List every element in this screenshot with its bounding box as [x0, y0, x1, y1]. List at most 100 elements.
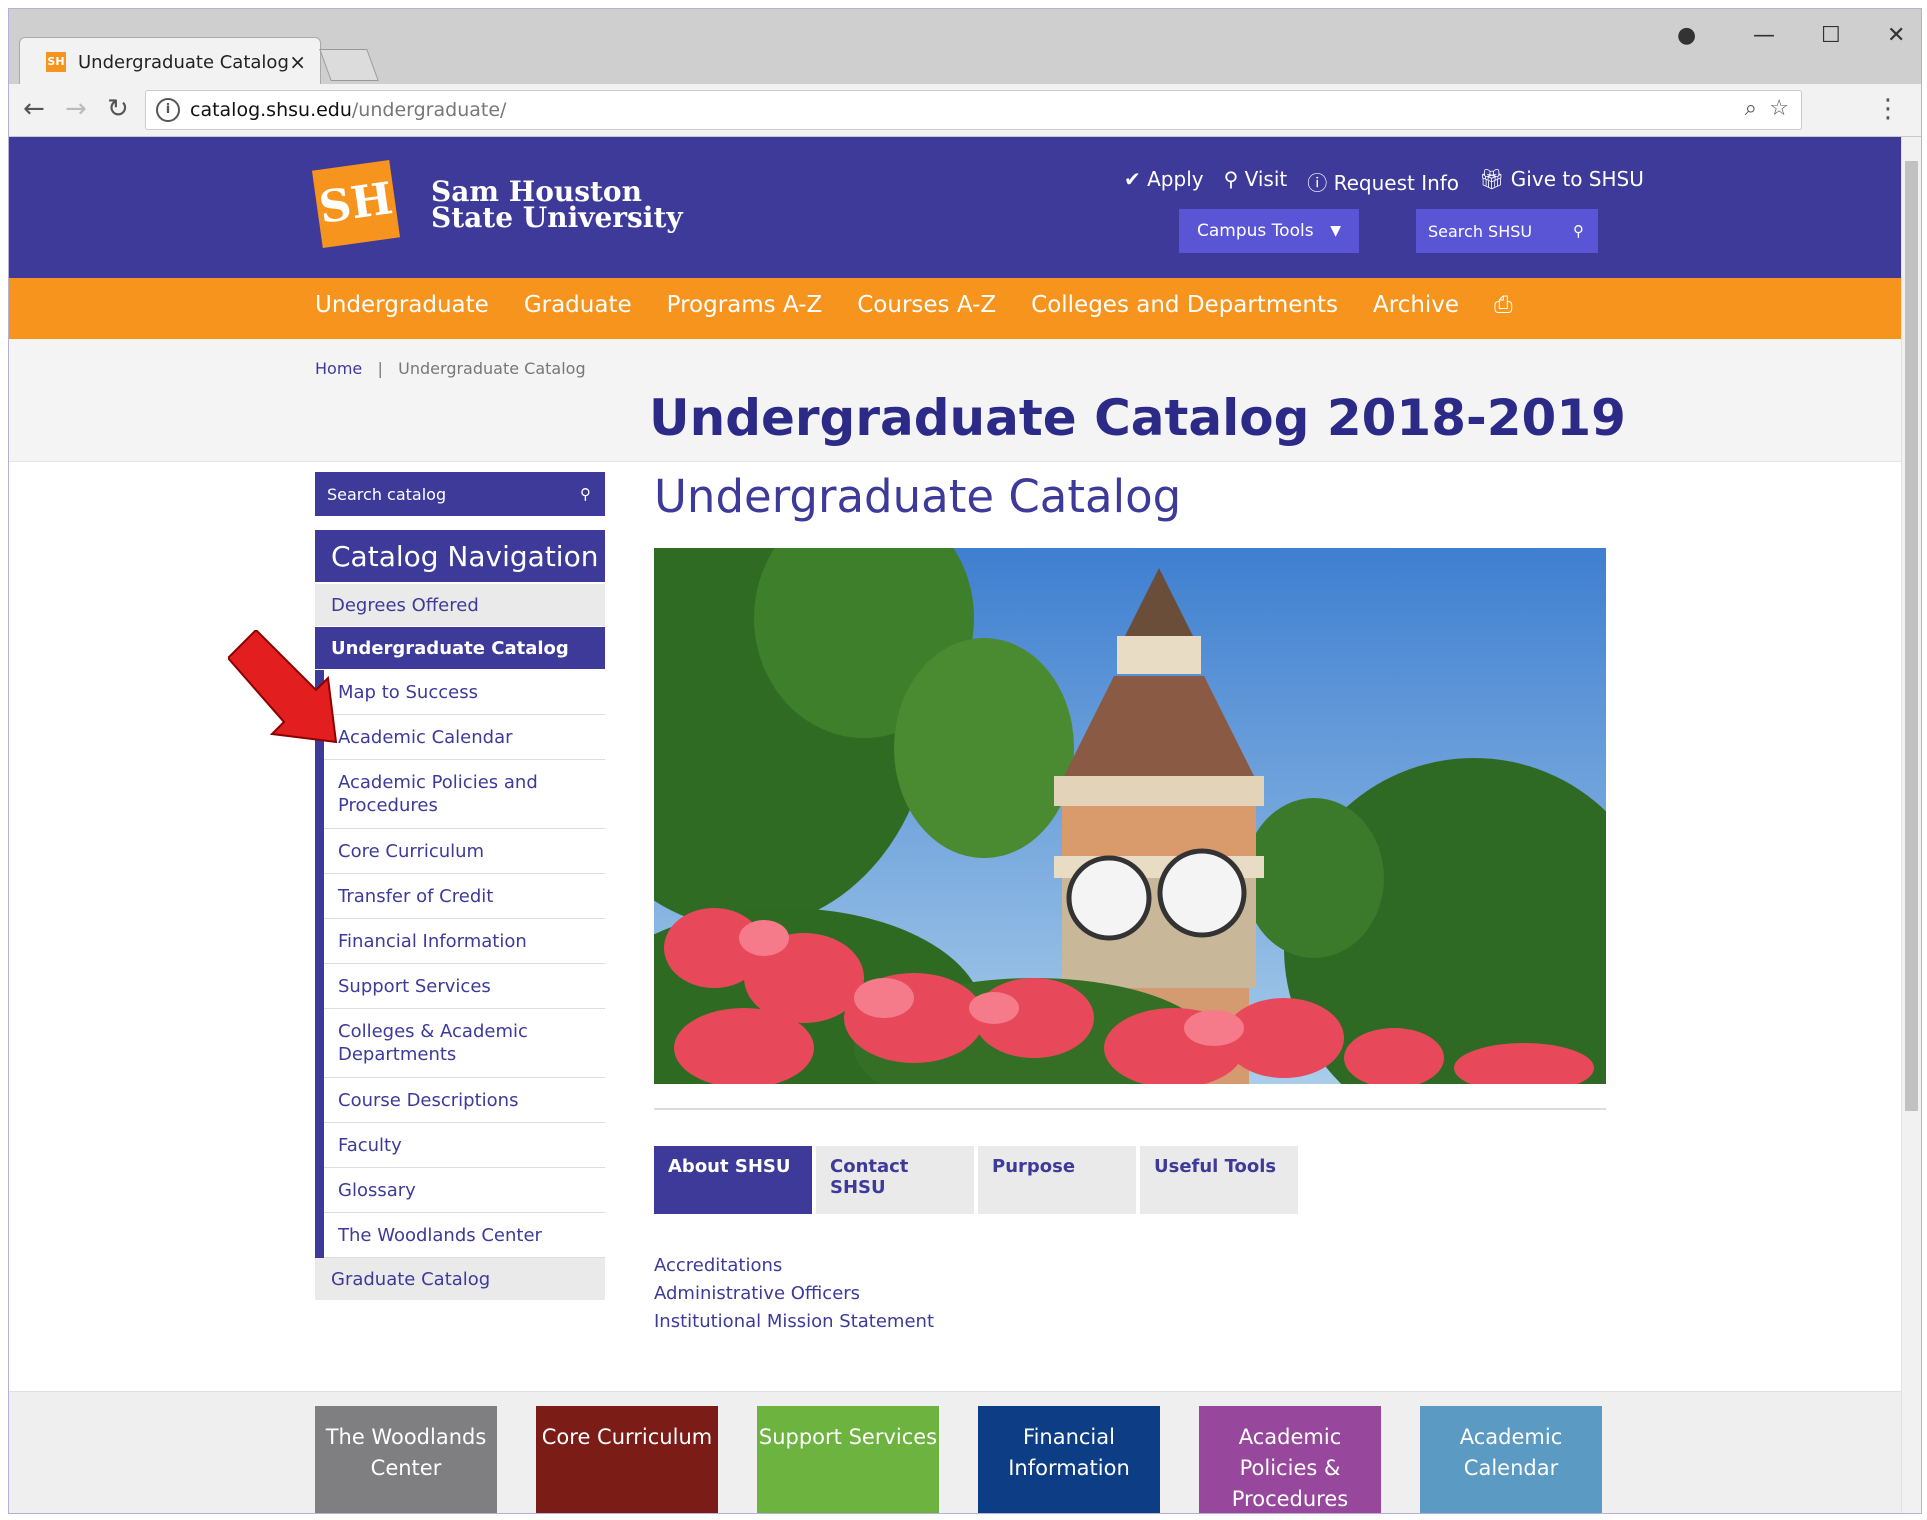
nav-courses[interactable]: Courses A-Z	[857, 292, 996, 318]
link-accreditations[interactable]: Accreditations	[654, 1252, 934, 1280]
check-icon: ✔	[1124, 167, 1141, 191]
address-bar[interactable]: i catalog.shsu.edu /undergraduate/ ⌕ ☆	[145, 90, 1802, 130]
new-tab-button[interactable]	[319, 49, 379, 81]
site-search-input[interactable]: Search SHSU ⚲	[1416, 209, 1598, 253]
link-mission-statement[interactable]: Institutional Mission Statement	[654, 1308, 934, 1336]
hero-image	[654, 548, 1606, 1084]
print-icon[interactable]: ⎙	[1494, 292, 1512, 318]
catalog-nav-title: Catalog Navigation	[315, 530, 605, 582]
main-nav: Undergraduate Graduate Programs A-Z Cour…	[9, 278, 1902, 339]
info-tabs: About SHSU Contact SHSU Purpose Useful T…	[654, 1146, 1298, 1214]
nav-archive[interactable]: Archive	[1373, 292, 1459, 318]
nav-undergraduate-catalog[interactable]: Undergraduate Catalog	[315, 627, 605, 670]
subnav-core-curriculum[interactable]: Core Curriculum	[324, 829, 605, 874]
caret-down-icon: ▼	[1330, 223, 1341, 239]
breadcrumb-separator: |	[367, 359, 394, 378]
link-administrative-officers[interactable]: Administrative Officers	[654, 1280, 934, 1308]
subnav-colleges-departments[interactable]: Colleges & Academic Departments	[324, 1009, 605, 1078]
nav-graduate-catalog[interactable]: Graduate Catalog	[315, 1258, 605, 1301]
content-area: Search catalog ⚲ Catalog Navigation Degr…	[9, 461, 1902, 1392]
browser-window: SH Undergraduate Catalog × ● — ☐ ✕ ← → ↻…	[8, 8, 1922, 1514]
tile-support-services[interactable]: Support Services	[757, 1406, 939, 1513]
give-label: Give to SHSU	[1510, 167, 1644, 191]
breadcrumb-home[interactable]: Home	[315, 359, 362, 378]
scrollbar-thumb[interactable]	[1905, 161, 1918, 1111]
search-icon[interactable]: ⚲	[1573, 222, 1584, 240]
tile-academic-calendar[interactable]: Academic Calendar	[1420, 1406, 1602, 1513]
page-scrollbar[interactable]	[1901, 137, 1921, 1513]
nav-undergraduate[interactable]: Undergraduate	[315, 292, 489, 318]
nav-colleges[interactable]: Colleges and Departments	[1031, 292, 1338, 318]
nav-programs[interactable]: Programs A-Z	[667, 292, 823, 318]
tile-financial-information[interactable]: Financial Information	[978, 1406, 1160, 1513]
visit-link[interactable]: ⚲ Visit	[1224, 167, 1288, 196]
url-host: catalog.shsu.edu	[190, 99, 352, 121]
apply-link[interactable]: ✔ Apply	[1124, 167, 1204, 196]
url-path: /undergraduate/	[351, 99, 507, 121]
tab-strip: SH Undergraduate Catalog × ● — ☐ ✕	[9, 9, 1921, 86]
quick-links-strip: The Woodlands Center Core Curriculum Sup…	[9, 1391, 1902, 1513]
subnav-course-descriptions[interactable]: Course Descriptions	[324, 1078, 605, 1123]
bookmark-star-icon[interactable]: ☆	[1769, 96, 1789, 121]
catalog-nav: Degrees Offered Undergraduate Catalog Ma…	[315, 584, 605, 1301]
browser-tab[interactable]: SH Undergraduate Catalog ×	[19, 37, 321, 86]
subnav-woodlands-center[interactable]: The Woodlands Center	[324, 1213, 605, 1258]
request-info-label: Request Info	[1333, 171, 1460, 195]
campus-tools-label: Campus Tools	[1197, 221, 1314, 241]
zoom-icon[interactable]: ⌕	[1745, 96, 1757, 121]
campus-tools-dropdown[interactable]: Campus Tools ▼	[1179, 209, 1359, 253]
subnav-academic-calendar[interactable]: Academic Calendar	[324, 715, 605, 760]
utility-links: ✔ Apply ⚲ Visit ⓘ Request Info 🎁︎ Give t…	[1124, 167, 1644, 196]
tab-title: Undergraduate Catalog	[78, 51, 289, 73]
nav-degrees-offered[interactable]: Degrees Offered	[315, 584, 605, 627]
reload-icon[interactable]: ↻	[107, 94, 129, 124]
tile-woodlands-center[interactable]: The Woodlands Center	[315, 1406, 497, 1513]
search-icon[interactable]: ⚲	[580, 485, 591, 503]
catalog-search-placeholder: Search catalog	[327, 484, 447, 504]
browser-toolbar: ← → ↻ i catalog.shsu.edu /undergraduate/…	[9, 84, 1921, 137]
breadcrumb-current: Undergraduate Catalog	[398, 359, 586, 378]
gift-icon: 🎁︎	[1479, 167, 1505, 191]
subnav-glossary[interactable]: Glossary	[324, 1168, 605, 1213]
subnav-support-services[interactable]: Support Services	[324, 964, 605, 1009]
nav-graduate[interactable]: Graduate	[524, 292, 632, 318]
menu-kebab-icon[interactable]: ⋮	[1875, 94, 1901, 124]
subnav-academic-policies[interactable]: Academic Policies and Procedures	[324, 760, 605, 829]
give-link[interactable]: 🎁︎ Give to SHSU	[1479, 167, 1644, 196]
apply-label: Apply	[1147, 167, 1204, 191]
maximize-icon[interactable]: ☐	[1821, 23, 1841, 48]
tab-about-shsu[interactable]: About SHSU	[654, 1146, 812, 1214]
web-page: SH Sam Houston State University ✔ Apply …	[9, 137, 1902, 1513]
subnav-transfer-of-credit[interactable]: Transfer of Credit	[324, 874, 605, 919]
subnav-faculty[interactable]: Faculty	[324, 1123, 605, 1168]
close-tab-icon[interactable]: ×	[289, 50, 306, 74]
info-icon: ⓘ	[1307, 171, 1328, 195]
account-icon[interactable]: ●	[1677, 23, 1696, 48]
breadcrumb: Home | Undergraduate Catalog	[315, 359, 586, 378]
map-pin-icon: ⚲	[1223, 167, 1239, 191]
tab-useful-tools[interactable]: Useful Tools	[1140, 1146, 1298, 1214]
shsu-logo[interactable]: SH	[311, 159, 401, 249]
page-title: Undergraduate Catalog 2018-2019	[649, 389, 1626, 447]
back-icon[interactable]: ←	[23, 94, 45, 124]
request-info-link[interactable]: ⓘ Request Info	[1307, 167, 1459, 196]
subnav-map-to-success[interactable]: Map to Success	[324, 670, 605, 715]
forward-icon[interactable]: →	[65, 94, 87, 124]
site-header: SH Sam Houston State University ✔ Apply …	[9, 137, 1902, 278]
tab-purpose[interactable]: Purpose	[978, 1146, 1136, 1214]
catalog-subnav: Map to Success Academic Calendar Academi…	[315, 670, 605, 1258]
logo-line-2: State University	[431, 201, 683, 234]
site-info-icon[interactable]: i	[156, 98, 180, 122]
tile-academic-policies[interactable]: Academic Policies & Procedures	[1199, 1406, 1381, 1513]
tab-contact-shsu[interactable]: Contact SHSU	[816, 1146, 974, 1214]
window-close-icon[interactable]: ✕	[1887, 23, 1905, 48]
tile-core-curriculum[interactable]: Core Curriculum	[536, 1406, 718, 1513]
catalog-search-input[interactable]: Search catalog ⚲	[315, 472, 605, 516]
visit-label: Visit	[1244, 167, 1288, 191]
clock-tower-photo	[654, 548, 1606, 1084]
red-annotation-arrow-icon	[228, 630, 338, 744]
subnav-financial-information[interactable]: Financial Information	[324, 919, 605, 964]
minimize-icon[interactable]: —	[1753, 23, 1775, 48]
site-search-placeholder: Search SHSU	[1428, 221, 1533, 241]
logo-wordmark[interactable]: Sam Houston State University	[431, 178, 683, 234]
